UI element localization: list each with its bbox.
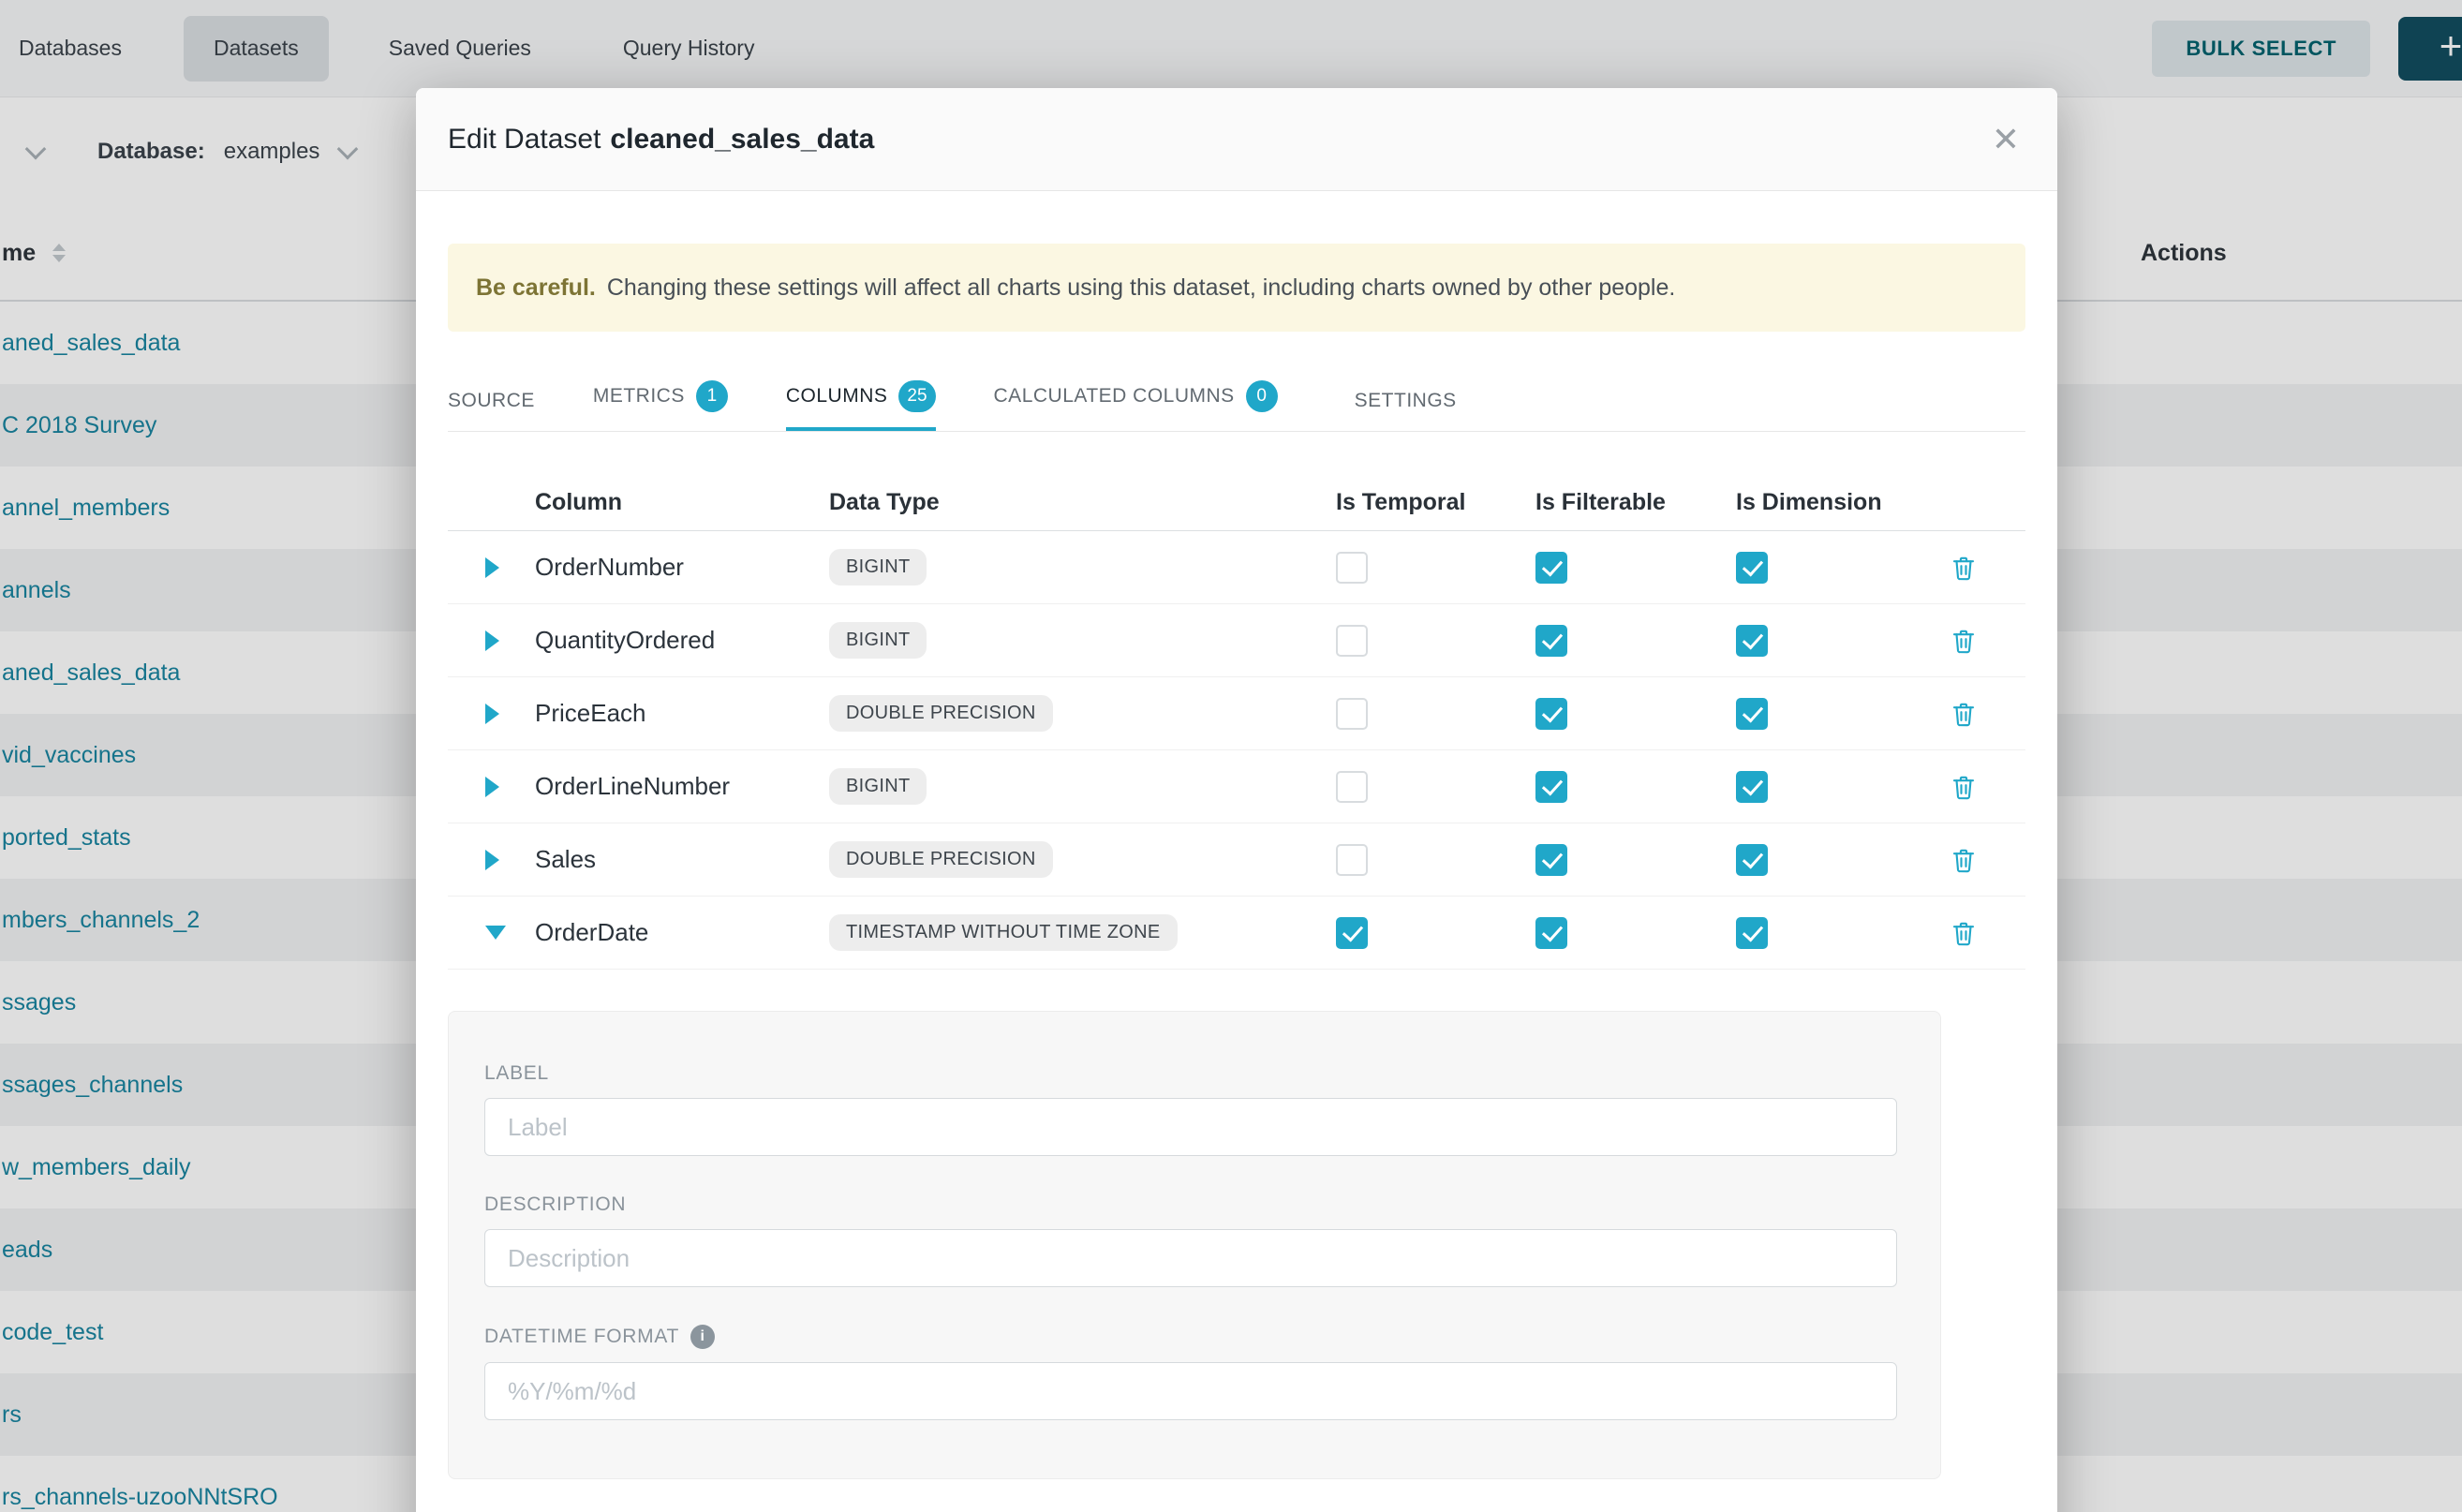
is-dimension-checkbox[interactable] — [1736, 844, 1768, 876]
column-header-is-filterable: Is Filterable — [1535, 489, 1736, 516]
warning-text: Changing these settings will affect all … — [607, 274, 1676, 302]
datetime-format-label-text: DATETIME FORMAT — [484, 1326, 679, 1348]
delete-column-button[interactable] — [1950, 918, 1978, 948]
is-temporal-checkbox[interactable] — [1336, 625, 1368, 657]
column-row: OrderDate TIMESTAMP WITHOUT TIME ZONE — [448, 897, 2025, 970]
label-input[interactable] — [484, 1098, 1897, 1156]
columns-table-header: Column Data Type Is Temporal Is Filterab… — [448, 475, 2025, 531]
column-row: PriceEach DOUBLE PRECISION — [448, 677, 2025, 750]
label-field: LABEL — [484, 1062, 1897, 1156]
description-field: DESCRIPTION — [484, 1193, 1897, 1287]
delete-column-button[interactable] — [1950, 553, 1978, 583]
delete-column-button[interactable] — [1950, 845, 1978, 875]
description-input[interactable] — [484, 1229, 1897, 1287]
is-dimension-checkbox[interactable] — [1736, 771, 1768, 803]
is-filterable-checkbox[interactable] — [1535, 552, 1567, 584]
is-dimension-checkbox[interactable] — [1736, 625, 1768, 657]
tab-calculated-columns[interactable]: CALCULATED COLUMNS 0 — [994, 380, 1278, 431]
trash-icon — [1950, 918, 1978, 948]
column-name: OrderDate — [535, 918, 648, 946]
warning-banner: Be careful. Changing these settings will… — [448, 244, 2025, 332]
caret-right-icon[interactable] — [485, 630, 499, 651]
data-type-pill: BIGINT — [829, 549, 927, 586]
column-header-is-dimension: Is Dimension — [1736, 489, 1936, 516]
modal-dataset-name: cleaned_sales_data — [610, 124, 874, 155]
column-row: OrderNumber BIGINT — [448, 531, 2025, 604]
tab-calculated-columns-label: CALCULATED COLUMNS — [994, 385, 1235, 408]
trash-icon — [1950, 772, 1978, 802]
edit-dataset-modal: Edit Dataset cleaned_sales_data ✕ Be care… — [416, 88, 2057, 1512]
column-header-column: Column — [535, 489, 829, 516]
tab-source-label: SOURCE — [448, 390, 535, 412]
modal-title: Edit Dataset cleaned_sales_data — [448, 124, 874, 156]
caret-right-icon[interactable] — [485, 557, 499, 578]
tab-metrics-label: METRICS — [593, 385, 685, 408]
is-filterable-checkbox[interactable] — [1535, 698, 1567, 730]
modal-header: Edit Dataset cleaned_sales_data ✕ — [416, 88, 2057, 191]
is-temporal-checkbox[interactable] — [1336, 844, 1368, 876]
column-header-is-temporal: Is Temporal — [1336, 489, 1535, 516]
datetime-format-field-label: DATETIME FORMAT i — [484, 1325, 1897, 1349]
tab-columns[interactable]: COLUMNS 25 — [786, 380, 936, 431]
is-dimension-checkbox[interactable] — [1736, 917, 1768, 949]
modal-body: Be careful. Changing these settings will… — [416, 244, 2057, 1479]
delete-column-button[interactable] — [1950, 626, 1978, 656]
metrics-count-badge: 1 — [696, 380, 728, 412]
is-temporal-checkbox[interactable] — [1336, 771, 1368, 803]
column-row: OrderLineNumber BIGINT — [448, 750, 2025, 823]
is-temporal-checkbox[interactable] — [1336, 698, 1368, 730]
is-filterable-checkbox[interactable] — [1535, 917, 1567, 949]
caret-right-icon[interactable] — [485, 850, 499, 870]
data-type-pill: BIGINT — [829, 768, 927, 805]
column-header-data-type: Data Type — [829, 489, 1336, 516]
trash-icon — [1950, 699, 1978, 729]
modal-tabs: SOURCE METRICS 1 COLUMNS 25 CALCULATED C… — [448, 380, 2025, 432]
screen: Databases Datasets Saved Queries Query H… — [0, 0, 2462, 1512]
datetime-format-input[interactable] — [484, 1362, 1897, 1420]
column-detail-panel: LABEL DESCRIPTION DATETIME FORMAT i — [448, 1011, 1941, 1479]
tab-settings-label: SETTINGS — [1355, 390, 1457, 412]
tab-metrics[interactable]: METRICS 1 — [593, 380, 728, 431]
is-temporal-checkbox[interactable] — [1336, 917, 1368, 949]
warning-bold: Be careful. — [476, 274, 596, 302]
is-filterable-checkbox[interactable] — [1535, 625, 1567, 657]
column-name: PriceEach — [535, 699, 646, 727]
info-icon[interactable]: i — [690, 1325, 715, 1349]
trash-icon — [1950, 553, 1978, 583]
caret-right-icon[interactable] — [485, 777, 499, 797]
column-row: Sales DOUBLE PRECISION — [448, 823, 2025, 897]
modal-title-prefix: Edit Dataset — [448, 124, 601, 155]
caret-right-icon[interactable] — [485, 704, 499, 724]
columns-count-badge: 25 — [898, 380, 935, 412]
data-type-pill: TIMESTAMP WITHOUT TIME ZONE — [829, 914, 1178, 951]
column-row: QuantityOrdered BIGINT — [448, 604, 2025, 677]
is-filterable-checkbox[interactable] — [1535, 771, 1567, 803]
label-field-label: LABEL — [484, 1062, 1897, 1085]
delete-column-button[interactable] — [1950, 699, 1978, 729]
column-name: Sales — [535, 845, 596, 873]
column-name: OrderNumber — [535, 553, 684, 581]
tab-columns-label: COLUMNS — [786, 385, 888, 408]
trash-icon — [1950, 626, 1978, 656]
trash-icon — [1950, 845, 1978, 875]
data-type-pill: BIGINT — [829, 622, 927, 659]
is-filterable-checkbox[interactable] — [1535, 844, 1567, 876]
description-field-label: DESCRIPTION — [484, 1193, 1897, 1216]
calculated-columns-count-badge: 0 — [1246, 380, 1278, 412]
data-type-pill: DOUBLE PRECISION — [829, 695, 1053, 732]
data-type-pill: DOUBLE PRECISION — [829, 841, 1053, 878]
is-dimension-checkbox[interactable] — [1736, 552, 1768, 584]
delete-column-button[interactable] — [1950, 772, 1978, 802]
tab-source[interactable]: SOURCE — [448, 390, 535, 431]
tab-settings[interactable]: SETTINGS — [1355, 390, 1457, 431]
column-name: QuantityOrdered — [535, 626, 715, 654]
column-name: OrderLineNumber — [535, 772, 730, 800]
close-icon: ✕ — [1992, 120, 2020, 158]
is-temporal-checkbox[interactable] — [1336, 552, 1368, 584]
caret-down-icon[interactable] — [485, 926, 506, 940]
is-dimension-checkbox[interactable] — [1736, 698, 1768, 730]
datetime-format-field: DATETIME FORMAT i — [484, 1325, 1897, 1420]
close-button[interactable]: ✕ — [1992, 123, 2020, 156]
